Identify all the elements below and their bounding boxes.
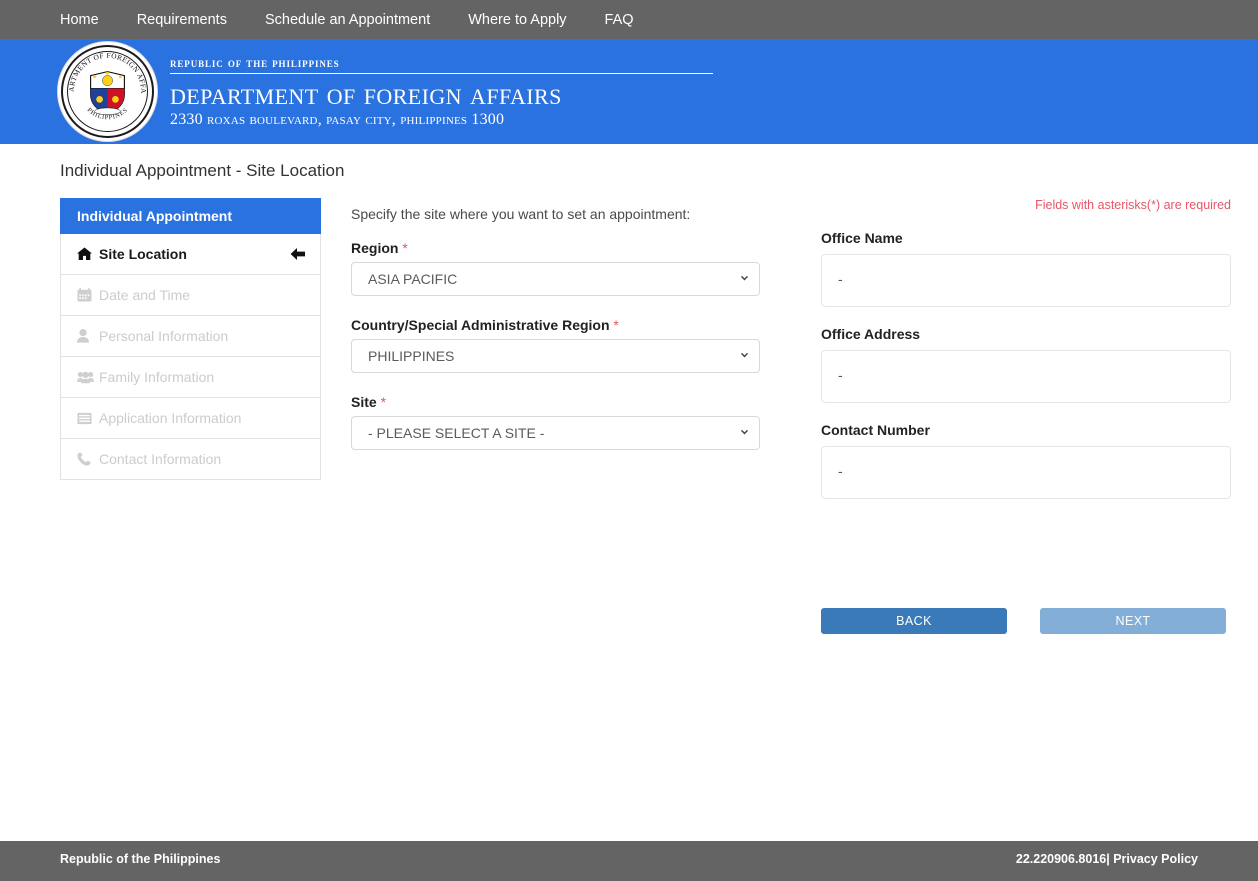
form-actions: BACK NEXT	[821, 608, 1231, 634]
site-location-form: Specify the site where you want to set a…	[351, 198, 791, 471]
site-select-wrapper[interactable]: - PLEASE SELECT A SITE -	[351, 416, 760, 450]
next-button[interactable]: NEXT	[1040, 608, 1226, 634]
contact-number-label: Contact Number	[821, 422, 930, 438]
sidebar-item-application-information[interactable]: Application Information	[60, 398, 321, 439]
banner-republic-line: Republic of the Philippines	[170, 55, 713, 74]
nav-item-schedule-an-appointment[interactable]: Schedule an Appointment	[265, 12, 430, 28]
list-icon	[77, 412, 99, 425]
nav-item-faq[interactable]: FAQ	[605, 12, 634, 28]
country-select[interactable]: PHILIPPINES	[351, 339, 760, 373]
office-name-label: Office Name	[821, 230, 903, 246]
sidebar-item-contact-information[interactable]: Contact Information	[60, 439, 321, 480]
region-label: Region *	[351, 240, 791, 256]
sidebar-item-date-and-time[interactable]: Date and Time	[60, 275, 321, 316]
banner-department-title: Department of Foreign Affairs	[170, 76, 562, 111]
required-asterisk: *	[402, 240, 408, 256]
contact-number-value: -	[821, 446, 1231, 499]
required-asterisk: *	[380, 394, 387, 410]
phone-icon	[77, 452, 99, 466]
sidebar-item-label: Family Information	[99, 369, 215, 385]
country-label: Country/Special Administrative Region *	[351, 317, 791, 333]
office-name-value: -	[821, 254, 1231, 307]
country-select-wrapper[interactable]: PHILIPPINES	[351, 339, 760, 373]
site-label: Site *	[351, 394, 791, 410]
region-label-text: Region	[351, 240, 399, 256]
banner-address: 2330 Roxas Boulevard, Pasay City, Philip…	[170, 111, 505, 128]
sidebar-item-label: Site Location	[99, 246, 187, 262]
sidebar-item-label: Application Information	[99, 410, 242, 426]
footer-left-text: Republic of the Philippines	[60, 852, 221, 866]
office-details-panel: Fields with asterisks(*) are required Of…	[821, 198, 1231, 634]
sidebar-item-label: Contact Information	[99, 451, 222, 467]
calendar-icon	[77, 288, 99, 302]
back-button[interactable]: BACK	[821, 608, 1007, 634]
form-intro-text: Specify the site where you want to set a…	[351, 206, 691, 222]
sidebar-item-family-information[interactable]: Family Information	[60, 357, 321, 398]
page-footer: Republic of the Philippines 22.220906.80…	[0, 841, 1258, 877]
sidebar-item-label: Date and Time	[99, 287, 191, 303]
region-select[interactable]: ASIA PACIFIC	[351, 262, 760, 296]
main-content: Individual Appointment Site Location Dat…	[0, 181, 1258, 634]
required-fields-note: Fields with asterisks(*) are required	[1035, 198, 1231, 212]
site-header-banner: DEPARTMENT OF FOREIGN AFFAIRS PHILIPPINE…	[0, 39, 1258, 144]
footer-bottom-strip	[0, 877, 1258, 881]
arrow-left-icon[interactable]	[290, 247, 306, 261]
nav-item-where-to-apply[interactable]: Where to Apply	[468, 12, 566, 28]
sidebar-item-personal-information[interactable]: Personal Information	[60, 316, 321, 357]
dfa-seal-icon: DEPARTMENT OF FOREIGN AFFAIRS PHILIPPINE…	[57, 41, 158, 142]
footer-version-privacy[interactable]: 22.220906.8016| Privacy Policy	[1016, 852, 1198, 866]
office-address-label: Office Address	[821, 326, 921, 342]
sidebar-header: Individual Appointment	[60, 198, 321, 234]
home-icon	[77, 247, 99, 261]
country-label-text: Country/Special Administrative Region	[351, 317, 610, 333]
top-navigation-bar: Home Requirements Schedule an Appointmen…	[0, 0, 1258, 39]
office-address-value: -	[821, 350, 1231, 403]
required-asterisk: *	[613, 317, 619, 333]
page-title: Individual Appointment - Site Location	[60, 161, 345, 180]
nav-item-home[interactable]: Home	[60, 12, 99, 28]
sidebar-item-site-location[interactable]: Site Location	[60, 234, 321, 275]
site-select[interactable]: - PLEASE SELECT A SITE -	[351, 416, 760, 450]
user-icon	[77, 329, 99, 343]
nav-item-requirements[interactable]: Requirements	[137, 12, 227, 28]
site-label-text: Site	[351, 394, 377, 410]
sidebar-item-label: Personal Information	[99, 328, 229, 344]
region-select-wrapper[interactable]: ASIA PACIFIC	[351, 262, 760, 296]
users-icon	[77, 370, 99, 384]
appointment-steps-sidebar: Individual Appointment Site Location Dat…	[60, 198, 321, 480]
